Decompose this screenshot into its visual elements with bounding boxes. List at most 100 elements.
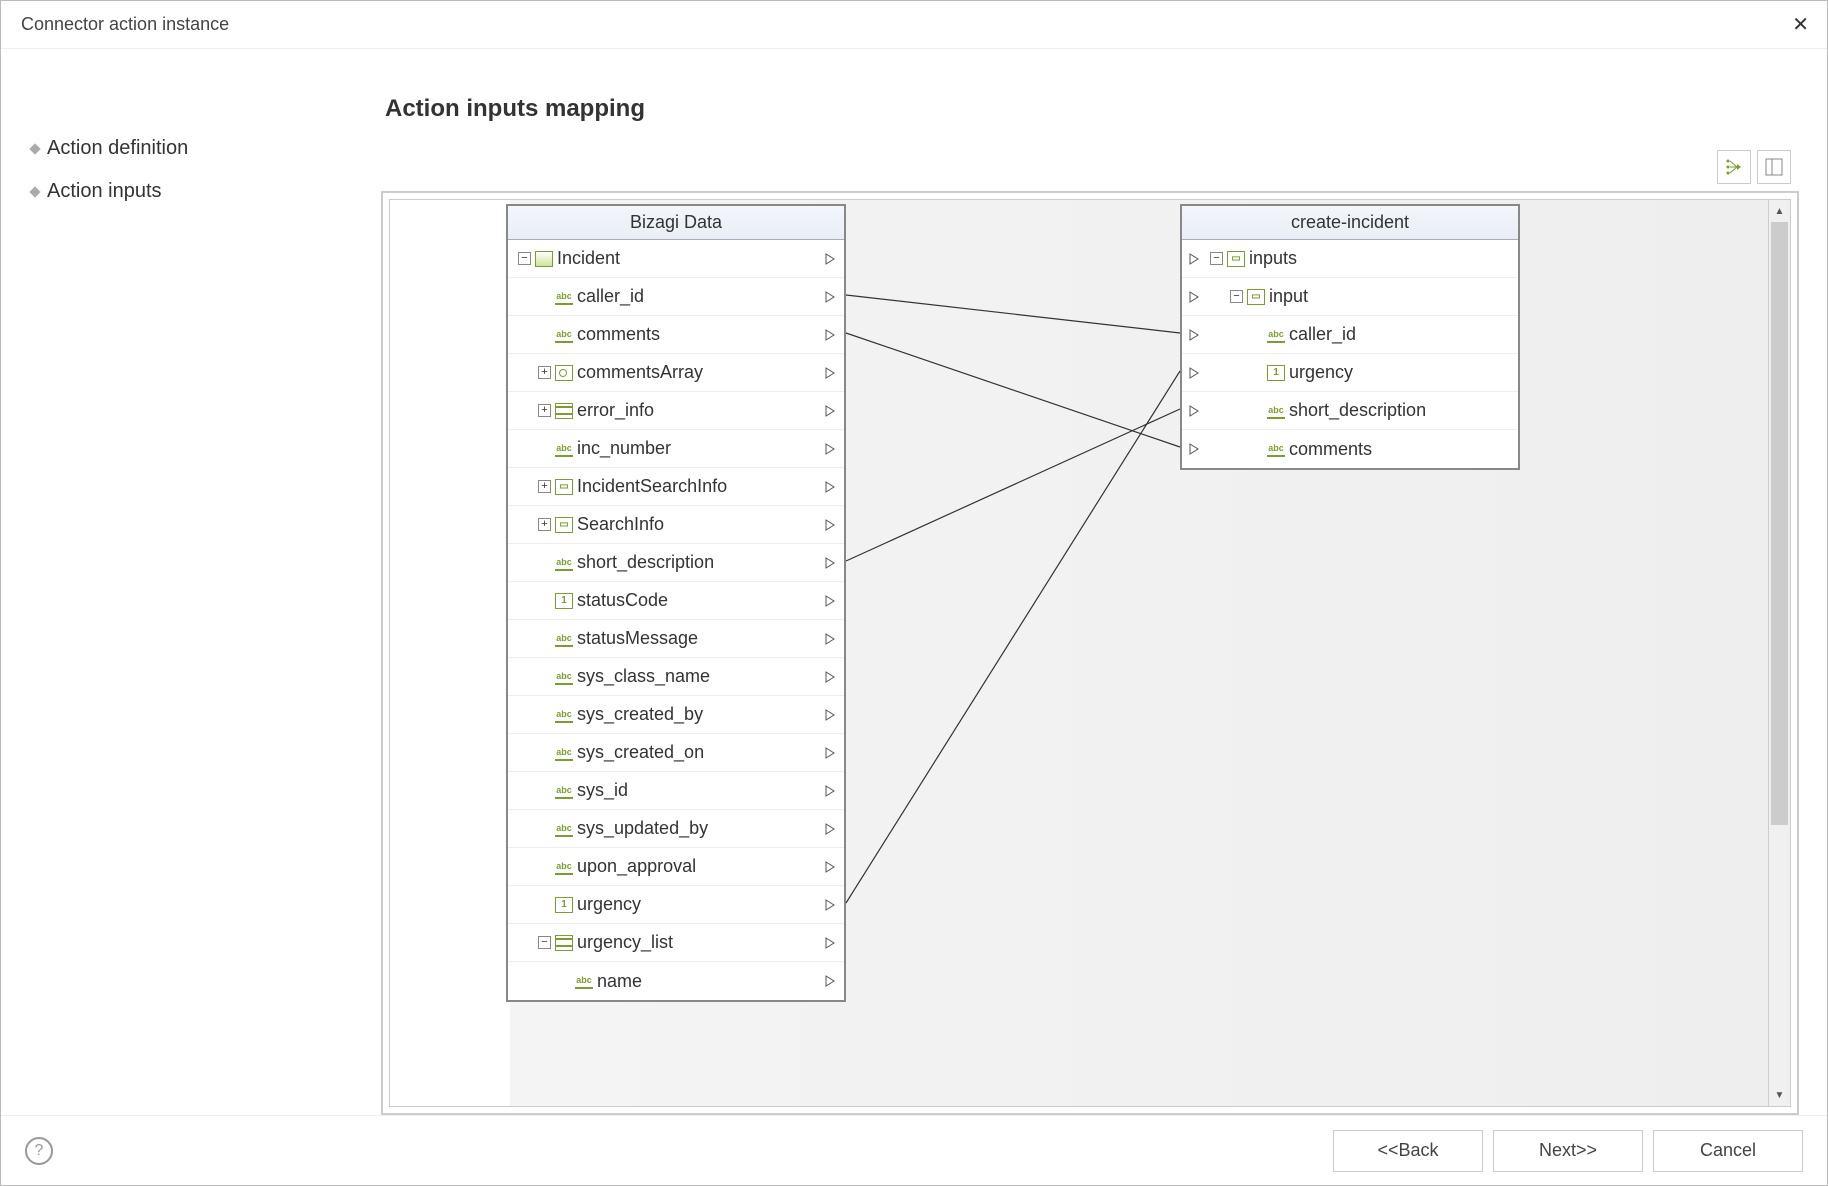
source-tree-header: Bizagi Data [508,206,844,240]
expand-toggle[interactable]: − [538,936,551,949]
tree-row[interactable]: −urgency_list [508,924,844,962]
output-port[interactable] [824,366,838,380]
tree-row-label: sys_created_by [577,704,703,725]
sidebar: Action definition Action inputs [1,77,381,1115]
tree-row-label: error_info [577,400,654,421]
input-port[interactable] [1188,290,1202,304]
titlebar: Connector action instance ✕ [1,1,1827,49]
cancel-button[interactable]: Cancel [1653,1130,1803,1172]
output-port[interactable] [824,594,838,608]
auto-map-button[interactable] [1717,150,1751,184]
output-port[interactable] [824,252,838,266]
output-port[interactable] [824,480,838,494]
output-port[interactable] [824,556,838,570]
expand-toggle[interactable]: + [538,480,551,493]
output-port[interactable] [824,328,838,342]
tree-row-label: comments [1289,439,1372,460]
output-port[interactable] [824,822,838,836]
tree-row[interactable]: abcupon_approval [508,848,844,886]
input-port[interactable] [1188,252,1202,266]
tree-row[interactable]: abcsys_created_on [508,734,844,772]
tree-row[interactable]: abcshort_description [1182,392,1518,430]
output-port[interactable] [824,404,838,418]
tree-row[interactable]: 1urgency [508,886,844,924]
output-port[interactable] [824,632,838,646]
tree-row[interactable]: abcsys_updated_by [508,810,844,848]
output-port[interactable] [824,670,838,684]
input-port[interactable] [1188,404,1202,418]
tree-row-label: commentsArray [577,362,703,383]
next-button[interactable]: Next>> [1493,1130,1643,1172]
output-port[interactable] [824,936,838,950]
output-port[interactable] [824,746,838,760]
tree-row-label: name [597,971,642,992]
tree-row-label: Incident [557,248,620,269]
content-area: Action definition Action inputs Action i… [1,49,1827,1115]
scroll-down-icon[interactable]: ▼ [1769,1084,1790,1106]
main-panel: Action inputs mapping Bizagi Data [381,77,1827,1115]
tree-row[interactable]: abccaller_id [1182,316,1518,354]
expand-toggle[interactable]: + [538,404,551,417]
help-button[interactable]: ? [25,1137,53,1165]
tree-row-label: sys_created_on [577,742,704,763]
tree-row[interactable]: abcstatusMessage [508,620,844,658]
tree-row[interactable]: abccomments [508,316,844,354]
text-type-icon: abc [555,783,573,799]
mapper-canvas[interactable]: Bizagi Data −Incident abccaller_id abcco… [389,199,1791,1107]
scroll-thumb[interactable] [1771,222,1788,825]
nav-action-inputs[interactable]: Action inputs [31,170,381,213]
tree-row[interactable]: 1urgency [1182,354,1518,392]
nav-label: Action inputs [47,180,162,203]
tree-row[interactable]: abcname [508,962,844,1000]
text-type-icon: abc [575,973,593,989]
layout-button[interactable] [1757,150,1791,184]
collection-icon: ▭ [555,517,573,533]
output-port[interactable] [824,442,838,456]
tree-row[interactable]: −▭inputs [1182,240,1518,278]
expand-toggle[interactable]: − [1210,252,1223,265]
tree-row[interactable]: abcsys_class_name [508,658,844,696]
output-port[interactable] [824,708,838,722]
number-type-icon: 1 [555,897,573,913]
tree-row-label: caller_id [1289,324,1356,345]
expand-toggle[interactable]: − [518,252,531,265]
input-port[interactable] [1188,328,1202,342]
output-port[interactable] [824,898,838,912]
tree-row[interactable]: + error_info [508,392,844,430]
close-icon[interactable]: ✕ [1792,12,1809,37]
text-type-icon: abc [1267,441,1285,457]
tree-row[interactable]: abcsys_id [508,772,844,810]
output-port[interactable] [824,290,838,304]
tree-row[interactable]: abcsys_created_by [508,696,844,734]
expand-toggle[interactable]: + [538,518,551,531]
tree-row-label: statusMessage [577,628,698,649]
input-port[interactable] [1188,442,1202,456]
tree-row[interactable]: abccaller_id [508,278,844,316]
tree-row[interactable]: abcshort_description [508,544,844,582]
nav-action-definition[interactable]: Action definition [31,127,381,170]
tree-row-label: short_description [577,552,714,573]
input-port[interactable] [1188,366,1202,380]
output-port[interactable] [824,518,838,532]
expand-toggle[interactable]: + [538,366,551,379]
tree-row[interactable]: −▭input [1182,278,1518,316]
tree-row[interactable]: abcinc_number [508,430,844,468]
tree-row[interactable]: +▭SearchInfo [508,506,844,544]
text-type-icon: abc [555,441,573,457]
tree-row[interactable]: +▭IncidentSearchInfo [508,468,844,506]
tree-row[interactable]: + commentsArray [508,354,844,392]
table-icon [555,403,573,419]
output-port[interactable] [824,974,838,988]
output-port[interactable] [824,784,838,798]
scroll-up-icon[interactable]: ▲ [1769,200,1790,222]
tree-row[interactable]: 1statusCode [508,582,844,620]
tree-row[interactable]: abccomments [1182,430,1518,468]
tree-row-label: sys_class_name [577,666,710,687]
text-type-icon: abc [555,669,573,685]
scroll-track[interactable] [1769,222,1790,1084]
output-port[interactable] [824,860,838,874]
vertical-scrollbar[interactable]: ▲ ▼ [1768,200,1790,1106]
expand-toggle[interactable]: − [1230,290,1243,303]
back-button[interactable]: <<Back [1333,1130,1483,1172]
tree-row[interactable]: − Incident [508,240,844,278]
